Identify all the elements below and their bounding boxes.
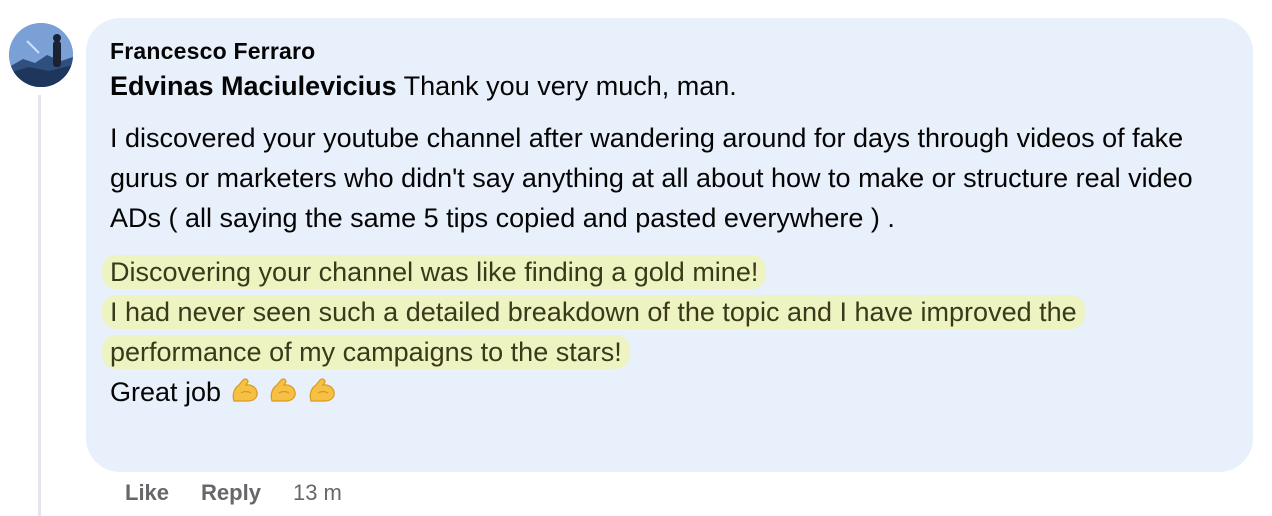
avatar[interactable]	[9, 23, 73, 87]
comment-bubble: Francesco Ferraro Edvinas Maciulevicius …	[86, 18, 1253, 472]
mention-link[interactable]: Edvinas Maciulevicius	[110, 71, 397, 101]
comment-first-line: Edvinas Maciulevicius Thank you very muc…	[110, 66, 1229, 106]
emoji-group	[229, 377, 337, 407]
flexed-biceps-icon	[232, 378, 258, 402]
thread-line	[38, 95, 41, 516]
flexed-biceps-icon	[309, 378, 335, 402]
timestamp[interactable]: 13 m	[293, 480, 342, 506]
flexed-biceps-icon	[270, 378, 296, 402]
avatar-photo	[9, 23, 73, 87]
like-button[interactable]: Like	[125, 480, 169, 506]
highlight-line-1: Discovering your channel was like findin…	[102, 255, 767, 289]
comment-paragraph: I discovered your youtube channel after …	[110, 123, 1193, 233]
highlight-line-2: I had never seen such a detailed breakdo…	[102, 295, 1085, 369]
comment-author[interactable]: Francesco Ferraro	[110, 36, 1229, 66]
highlighted-paragraph: Discovering your channel was like findin…	[102, 252, 1229, 412]
reply-button[interactable]: Reply	[201, 480, 261, 506]
first-line-text: Thank you very much, man.	[396, 71, 737, 101]
comment-actions: Like Reply 13 m	[125, 478, 342, 508]
closing-text: Great job	[110, 377, 229, 407]
